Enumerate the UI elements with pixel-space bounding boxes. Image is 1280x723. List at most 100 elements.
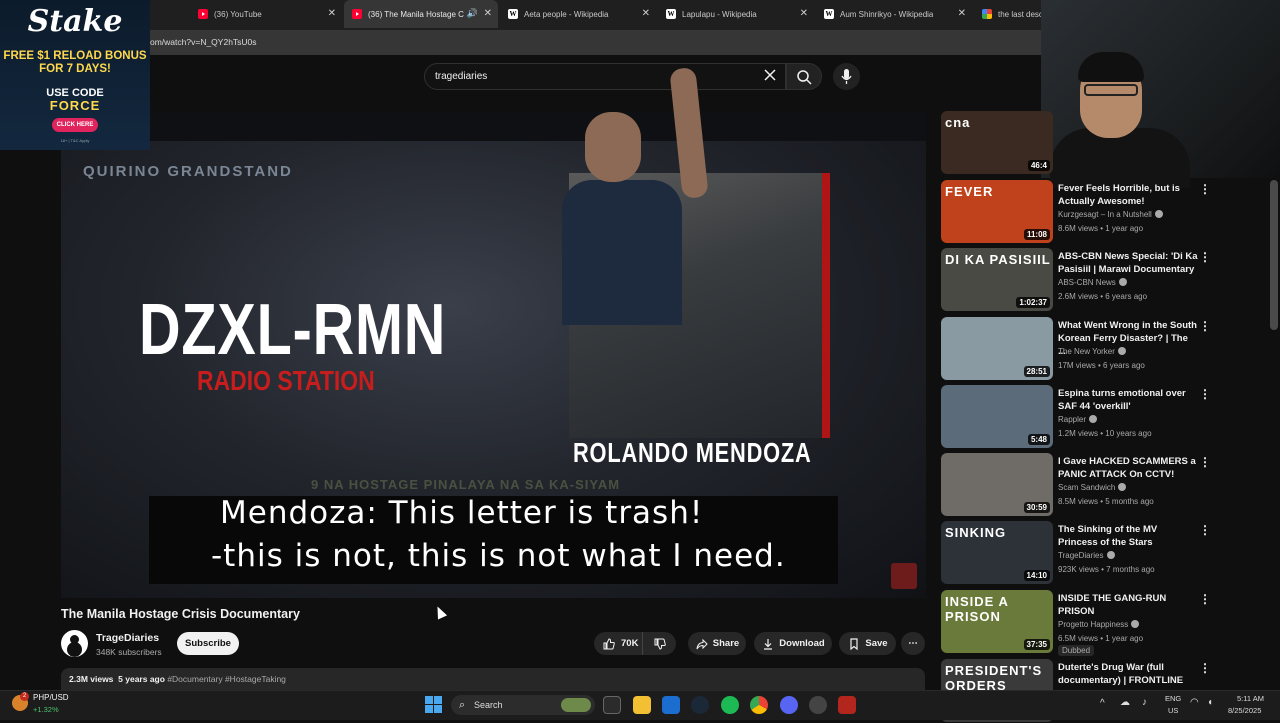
recommended-video-title[interactable]: ABS-CBN News Special: 'Di Ka Pasisiil | … [1058,250,1198,276]
taskbar-search[interactable]: ⌕ Search [451,695,595,715]
hashtags[interactable]: #Documentary #HostageTaking [167,674,286,684]
download-button[interactable]: Download [754,632,832,655]
video-thumbnail[interactable]: 30:59 [941,453,1053,516]
subscribe-button[interactable]: Subscribe [177,632,239,655]
search-query[interactable]: tragediaries [435,71,487,82]
recommended-video[interactable]: cna 46:4 [941,111,1211,175]
recommended-video-title[interactable]: I Gave HACKED SCAMMERS a PANIC ATTACK On… [1058,455,1198,481]
channel-name[interactable]: ABS-CBN News [1058,278,1116,287]
search-input[interactable]: tragediaries [424,63,786,90]
tab-youtube-home[interactable]: (36) YouTube ✕ [190,0,342,28]
url-text[interactable]: om/watch?v=N_QY2hTsU0s [150,37,257,47]
task-view-icon[interactable] [603,696,621,714]
share-button[interactable]: Share [688,632,746,655]
search-button[interactable] [786,63,822,90]
more-vertical-icon[interactable]: ⋮ [1199,387,1211,401]
more-vertical-icon[interactable]: ⋮ [1199,455,1211,469]
video-thumbnail[interactable]: SINKING 14:10 [941,521,1053,584]
video-thumbnail[interactable]: cna 46:4 [941,111,1053,174]
save-button[interactable]: Save [839,632,896,655]
input-language[interactable]: ENG [1165,694,1181,703]
wifi-icon[interactable]: ◠ [1190,697,1199,708]
more-vertical-icon[interactable]: ⋮ [1199,250,1211,264]
more-vertical-icon[interactable]: ⋮ [1199,523,1211,537]
recommended-video[interactable]: INSIDE A PRISON 37:35 INSIDE THE GANG-RUN … [941,590,1211,656]
tab-lapulapu[interactable]: W Lapulapu - Wikipedia ✕ [658,0,814,28]
recommended-video-title[interactable]: Fever Feels Horrible, but is Actually Aw… [1058,182,1198,208]
close-tab-icon[interactable]: ✕ [642,8,650,19]
recommended-video[interactable]: SINKING 14:10 The Sinking of the MV Prince… [941,521,1211,585]
chrome-icon[interactable] [750,696,768,714]
channel-name[interactable]: The New Yorker [1058,347,1115,356]
clock-time[interactable]: 5:11 AM [1237,694,1264,703]
recommended-channel[interactable]: Scam Sandwich [1058,483,1127,492]
video-thumbnail[interactable]: INSIDE A PRISON 37:35 [941,590,1053,653]
tab-aeta-people[interactable]: W Aeta people - Wikipedia ✕ [500,0,656,28]
recommended-video[interactable]: 28:51 What Went Wrong in the South Korean… [941,317,1211,381]
close-tab-icon[interactable]: ✕ [800,8,808,19]
recommended-channel[interactable]: TrageDiaries [1058,551,1115,560]
recommended-channel[interactable]: Progetto Happiness [1058,620,1140,629]
channel-name[interactable]: Rappler [1058,415,1086,424]
channel-watermark[interactable] [891,563,917,589]
store-icon[interactable] [662,696,680,714]
recommended-channel[interactable]: Rappler [1058,415,1098,424]
input-region[interactable]: US [1168,706,1178,715]
recommended-video[interactable]: FEVER 11:08 Fever Feels Horrible, but is A… [941,180,1211,244]
cloud-icon[interactable]: ☁ [1120,697,1130,708]
video-thumbnail[interactable]: FEVER 11:08 [941,180,1053,243]
speaker-icon[interactable]: 🔊 [467,8,478,19]
close-tab-icon[interactable]: ✕ [328,8,336,19]
recommended-channel[interactable]: ABS-CBN News [1058,278,1127,287]
channel-name[interactable]: Kurzgesagt – In a Nutshell [1058,210,1152,219]
more-vertical-icon[interactable]: ⋮ [1199,182,1211,196]
clear-search-icon[interactable] [763,68,777,82]
steam-icon[interactable] [691,696,709,714]
app-icon[interactable] [838,696,856,714]
channel-name[interactable]: TrageDiaries [96,632,159,644]
tray-overflow-icon[interactable]: ^ [1100,698,1105,709]
tab-manila-hostage[interactable]: (36) The Manila Hostage C 🔊 ✕ [344,0,498,28]
video-duration: 46:4 [1027,160,1050,171]
recommended-video[interactable]: 5:48 Espina turns emotional over SAF 44 '… [941,385,1211,449]
scrollbar[interactable] [1270,180,1278,330]
recommended-video-title[interactable]: Espina turns emotional over SAF 44 'over… [1058,387,1198,413]
voice-search-button[interactable] [833,63,860,90]
obs-icon[interactable] [809,696,827,714]
currency-pair[interactable]: PHP/USD [33,693,69,702]
spotify-icon[interactable] [721,696,739,714]
more-actions-button[interactable]: ⋯ [901,632,925,655]
recommended-video-title[interactable]: The Sinking of the MV Princess of the St… [1058,523,1198,549]
video-thumbnail[interactable]: 28:51 [941,317,1053,380]
video-thumbnail[interactable]: DI KA PASISIIL 1:02:37 [941,248,1053,311]
close-tab-icon[interactable]: ✕ [958,8,966,19]
more-vertical-icon[interactable]: ⋮ [1199,592,1211,606]
recommended-channel[interactable]: Kurzgesagt – In a Nutshell [1058,210,1163,219]
microphone-icon[interactable]: ♪ [1142,697,1147,708]
channel-name[interactable]: TrageDiaries [1058,551,1104,560]
channel-name[interactable]: Scam Sandwich [1058,483,1115,492]
video-player[interactable]: QUIRINO GRANDSTAND DZXL-RMN RADIO STATIO… [61,111,926,598]
close-tab-icon[interactable]: ✕ [484,8,492,19]
clock-date[interactable]: 8/25/2025 [1228,706,1261,715]
channel-name[interactable]: Progetto Happiness [1058,620,1128,629]
recommended-video[interactable]: DI KA PASISIIL 1:02:37 ABS-CBN News Specia… [941,248,1211,312]
more-vertical-icon[interactable]: ⋮ [1199,319,1211,333]
tab-aum-shinrikyo[interactable]: W Aum Shinrikyo - Wikipedia ✕ [816,0,972,28]
tab-google-search[interactable]: the last desc [974,0,1044,28]
ad-cta-button[interactable]: CLICK HERE [52,118,98,132]
recommended-video[interactable]: 30:59 I Gave HACKED SCAMMERS a PANIC ATTA… [941,453,1211,517]
recommended-channel[interactable]: The New Yorker [1058,347,1126,356]
windows-start-icon[interactable] [425,696,442,713]
like-button[interactable]: 70K [594,632,643,655]
volume-icon[interactable]: ◖ [1207,697,1213,708]
channel-avatar[interactable] [61,630,88,657]
file-explorer-icon[interactable] [633,696,651,714]
more-vertical-icon[interactable]: ⋮ [1199,661,1211,675]
recommended-video-title[interactable]: Duterte's Drug War (full documentary) | … [1058,661,1198,687]
stake-ad[interactable]: Stake FREE $1 RELOAD BONUS FOR 7 DAYS! U… [0,0,150,150]
recommended-video-title[interactable]: INSIDE THE GANG-RUN PRISON [1058,592,1198,618]
dislike-button[interactable] [643,632,676,655]
video-thumbnail[interactable]: 5:48 [941,385,1053,448]
discord-icon[interactable] [780,696,798,714]
